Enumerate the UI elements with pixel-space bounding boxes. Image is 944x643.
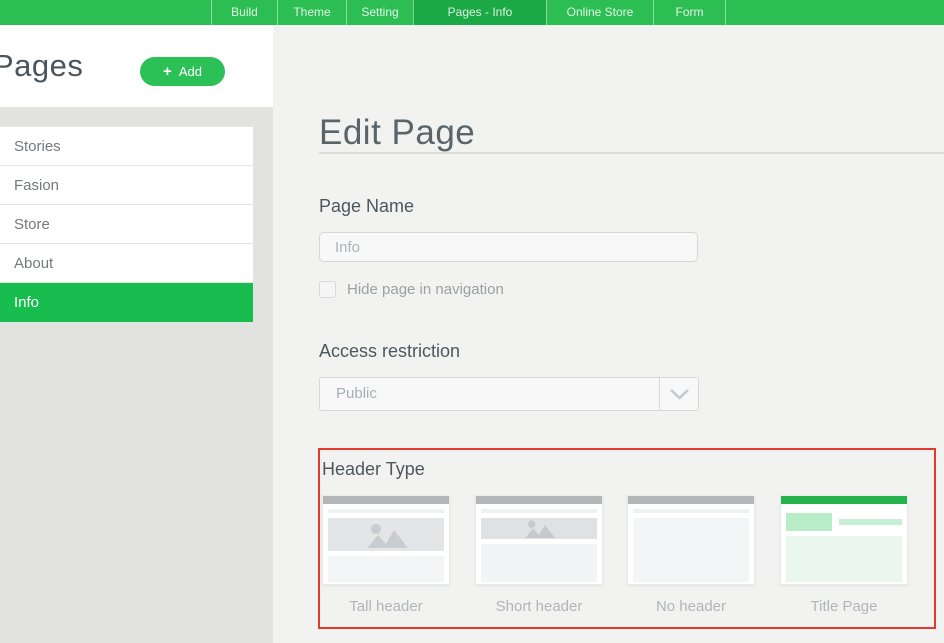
no-header-thumbnail: [627, 495, 755, 585]
header-option-label: No header: [627, 598, 755, 615]
access-selected-value: Public: [320, 378, 659, 410]
mountain-icon: [363, 522, 409, 548]
hide-page-row: Hide page in navigation: [319, 281, 504, 298]
mountain-icon: [520, 519, 558, 538]
page-name-label: Page Name: [319, 196, 414, 217]
header-option-label: Title Page: [780, 598, 908, 615]
header-type-section: Header Type Tall header: [318, 448, 936, 629]
tab-form[interactable]: Form: [653, 0, 726, 25]
header-type-label: Header Type: [322, 459, 425, 480]
sidebar-title: Pages: [0, 48, 83, 84]
edit-page-panel: Edit Page Page Name Hide page in navigat…: [273, 25, 944, 643]
title-page-thumbnail: [780, 495, 908, 585]
plus-icon: +: [163, 64, 172, 79]
sidebar-item-stories[interactable]: Stories: [0, 127, 253, 166]
access-restriction-label: Access restriction: [319, 341, 460, 362]
hide-page-checkbox[interactable]: [319, 281, 336, 298]
page-title: Edit Page: [319, 113, 475, 153]
tab-theme[interactable]: Theme: [277, 0, 346, 25]
tab-pages-info[interactable]: Pages - Info: [413, 0, 546, 25]
tall-header-thumbnail: [322, 495, 450, 585]
sidebar-item-about[interactable]: About: [0, 244, 253, 283]
add-page-button[interactable]: + Add: [140, 57, 225, 86]
chevron-down-icon: [669, 388, 690, 400]
hide-page-label: Hide page in navigation: [347, 281, 504, 298]
select-arrow-area[interactable]: [659, 378, 698, 410]
sidebar-header: Pages + Add: [0, 25, 273, 107]
nav-tabs: Build Theme Setting Pages - Info Online …: [211, 0, 726, 25]
title-divider: [319, 152, 944, 154]
sidebar-item-store[interactable]: Store: [0, 205, 253, 244]
header-option-tall[interactable]: Tall header: [322, 495, 450, 615]
access-restriction-select[interactable]: Public: [319, 377, 699, 411]
header-option-label: Short header: [475, 598, 603, 615]
header-option-title-page[interactable]: Title Page: [780, 495, 908, 615]
header-option-short[interactable]: Short header: [475, 495, 603, 615]
tab-online-store[interactable]: Online Store: [546, 0, 653, 25]
add-button-label: Add: [179, 64, 202, 79]
page-name-input[interactable]: [319, 232, 698, 262]
header-option-label: Tall header: [322, 598, 450, 615]
short-header-thumbnail: [475, 495, 603, 585]
header-option-none[interactable]: No header: [627, 495, 755, 615]
page-list: Stories Fasion Store About Info: [0, 126, 253, 322]
tab-build[interactable]: Build: [211, 0, 277, 25]
sidebar-item-info[interactable]: Info: [0, 283, 253, 322]
top-navigation: Build Theme Setting Pages - Info Online …: [0, 0, 944, 25]
tab-setting[interactable]: Setting: [346, 0, 413, 25]
sidebar-item-fasion[interactable]: Fasion: [0, 166, 253, 205]
pages-sidebar: Pages + Add Stories Fasion Store About I…: [0, 25, 273, 643]
